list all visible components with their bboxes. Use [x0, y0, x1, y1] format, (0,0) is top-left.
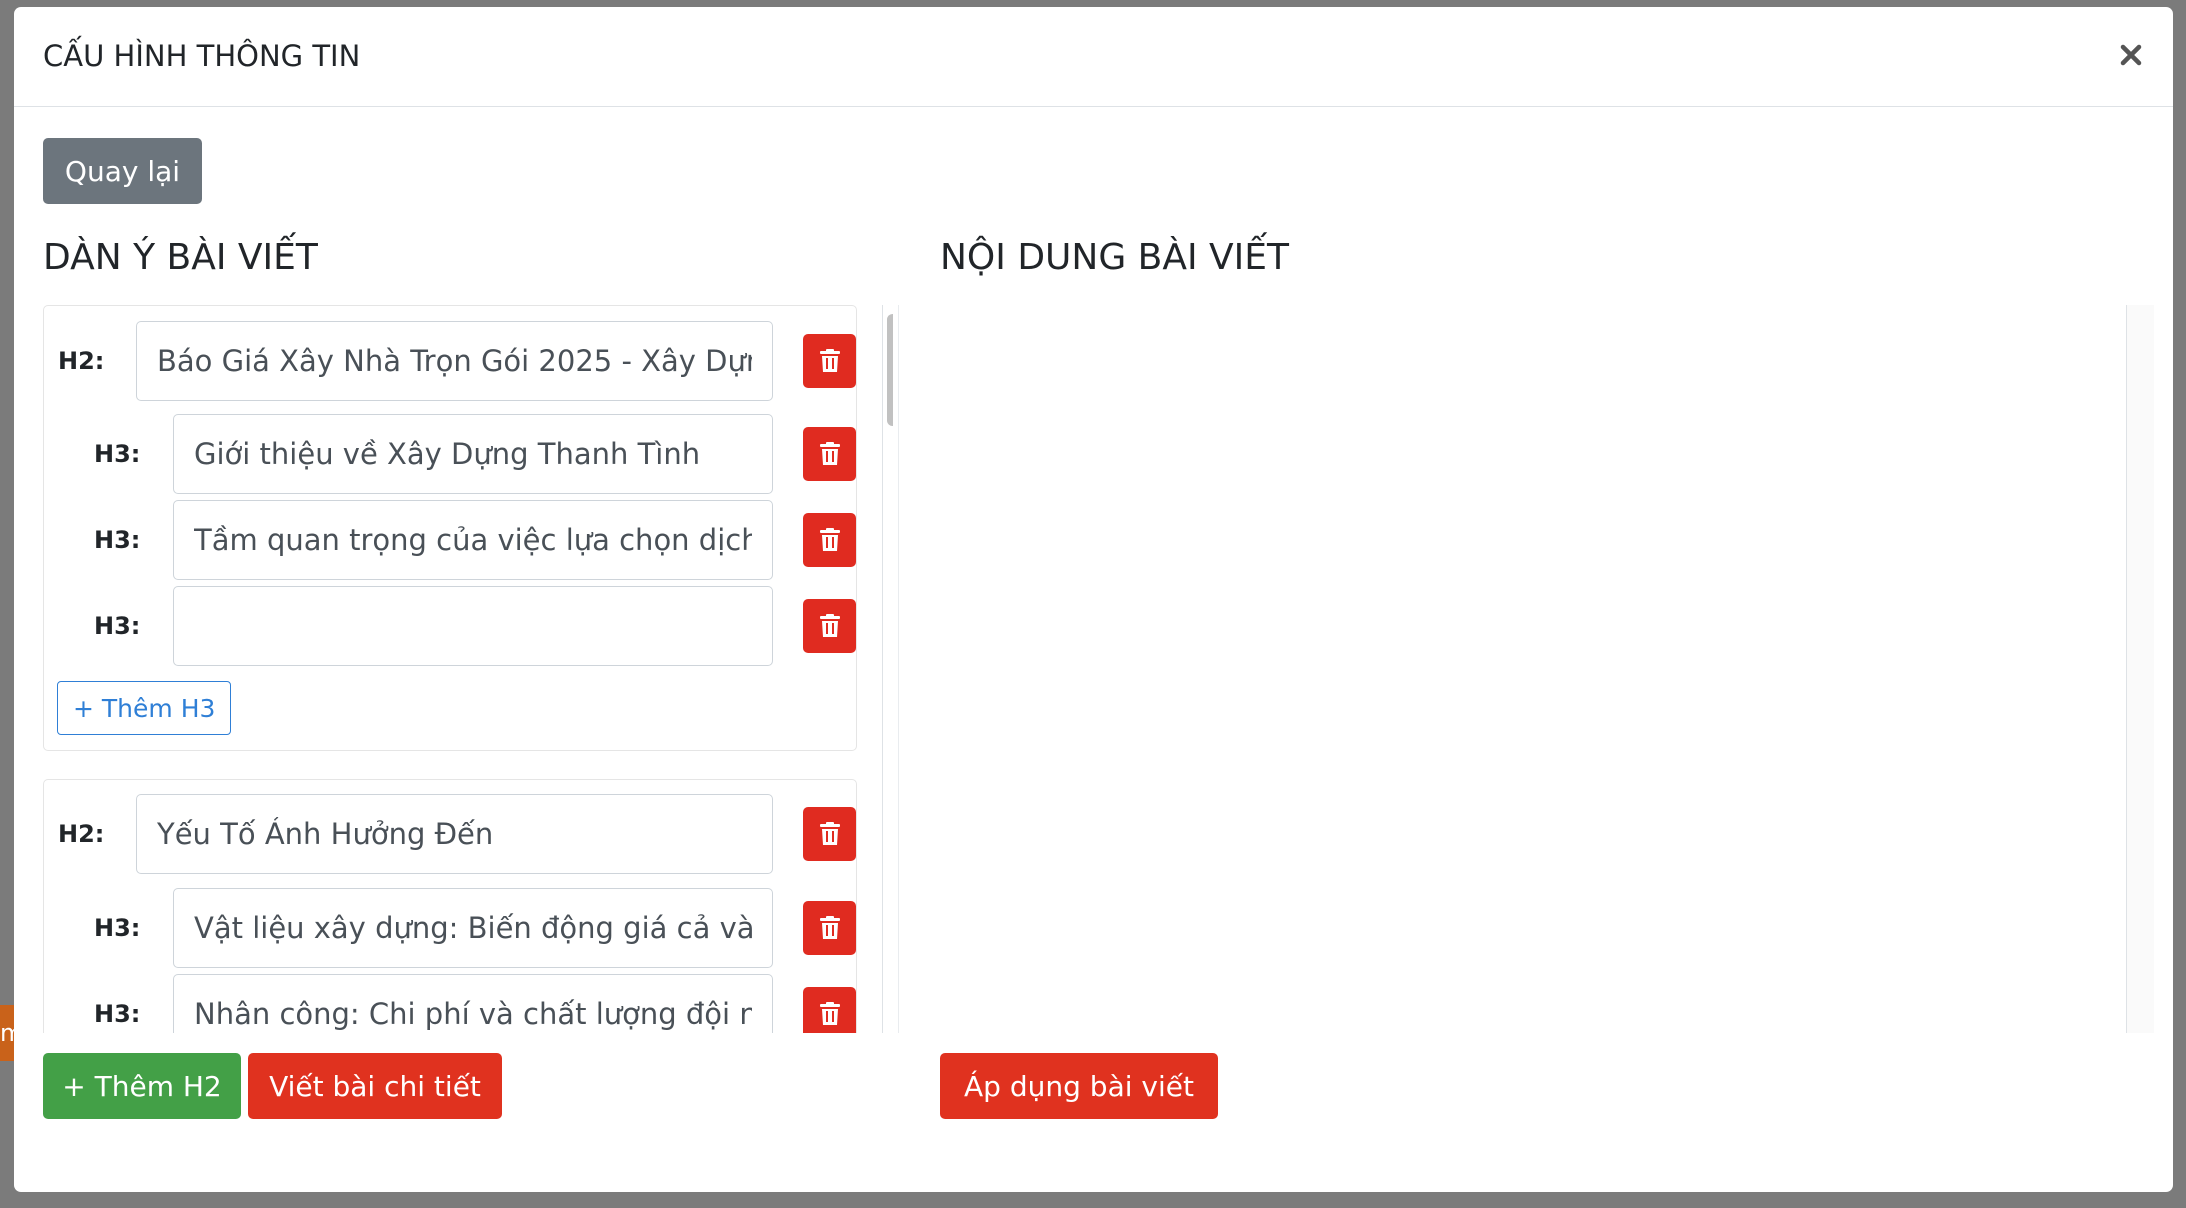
- delete-h3-button[interactable]: [803, 987, 856, 1033]
- config-modal: CẤU HÌNH THÔNG TIN Quay lại DÀN Ý BÀI VI…: [14, 7, 2173, 1192]
- trash-icon: [819, 528, 840, 551]
- trash-icon: [819, 1002, 840, 1025]
- h2-label: H2:: [58, 347, 105, 375]
- content-scrollbar[interactable]: [2126, 305, 2154, 1033]
- write-article-button[interactable]: Viết bài chi tiết: [248, 1053, 502, 1119]
- trash-icon: [819, 822, 840, 845]
- trash-icon: [819, 349, 840, 372]
- delete-h3-button[interactable]: [803, 513, 856, 567]
- h3-row: H3:: [44, 974, 856, 1033]
- h3-label: H3:: [94, 612, 141, 640]
- h3-label: H3:: [94, 526, 141, 554]
- h2-label: H2:: [58, 820, 105, 848]
- add-h2-button[interactable]: + Thêm H2: [43, 1053, 241, 1119]
- trash-icon: [819, 916, 840, 939]
- back-button[interactable]: Quay lại: [43, 138, 202, 204]
- h2-group: H2: H3: H3:: [43, 779, 857, 1033]
- h2-input[interactable]: [136, 794, 773, 874]
- close-button[interactable]: [2111, 35, 2151, 75]
- content-title: NỘI DUNG BÀI VIẾT: [940, 237, 1290, 278]
- h2-group: H2: H3: H3: H3: + Thêm H3: [43, 305, 857, 751]
- outline-title: DÀN Ý BÀI VIẾT: [43, 237, 318, 278]
- trash-icon: [819, 442, 840, 465]
- h3-input[interactable]: [173, 586, 773, 666]
- delete-h2-button[interactable]: [803, 807, 856, 861]
- delete-h3-button[interactable]: [803, 599, 856, 653]
- h3-row: H3:: [44, 414, 856, 494]
- outline-scrollbar[interactable]: [882, 305, 893, 1033]
- h3-input[interactable]: [173, 414, 773, 494]
- h3-input[interactable]: [173, 888, 773, 968]
- delete-h2-button[interactable]: [803, 334, 856, 388]
- delete-h3-button[interactable]: [803, 427, 856, 481]
- apply-article-button[interactable]: Áp dụng bài viết: [940, 1053, 1218, 1119]
- h2-row: H2:: [44, 794, 856, 874]
- h3-label: H3:: [94, 914, 141, 942]
- h3-input[interactable]: [173, 974, 773, 1033]
- trash-icon: [819, 614, 840, 637]
- article-content-area[interactable]: [898, 305, 2154, 1033]
- close-icon: [2120, 44, 2142, 66]
- scrollbar-thumb[interactable]: [887, 314, 893, 426]
- h2-input[interactable]: [136, 321, 773, 401]
- add-h3-button[interactable]: + Thêm H3: [57, 681, 232, 735]
- h3-row: H3:: [44, 888, 856, 968]
- h2-row: H2:: [44, 321, 856, 401]
- h3-label: H3:: [94, 1000, 141, 1028]
- delete-h3-button[interactable]: [803, 901, 856, 955]
- h3-label: H3:: [94, 440, 141, 468]
- h3-row: H3:: [44, 586, 856, 666]
- h3-row: H3:: [44, 500, 856, 580]
- h3-input[interactable]: [173, 500, 773, 580]
- background-tab: m: [0, 1005, 14, 1061]
- modal-title: CẤU HÌNH THÔNG TIN: [43, 39, 361, 73]
- outline-panel[interactable]: H2: H3: H3: H3: + Thêm H3: [43, 305, 893, 1033]
- modal-header: CẤU HÌNH THÔNG TIN: [14, 7, 2173, 107]
